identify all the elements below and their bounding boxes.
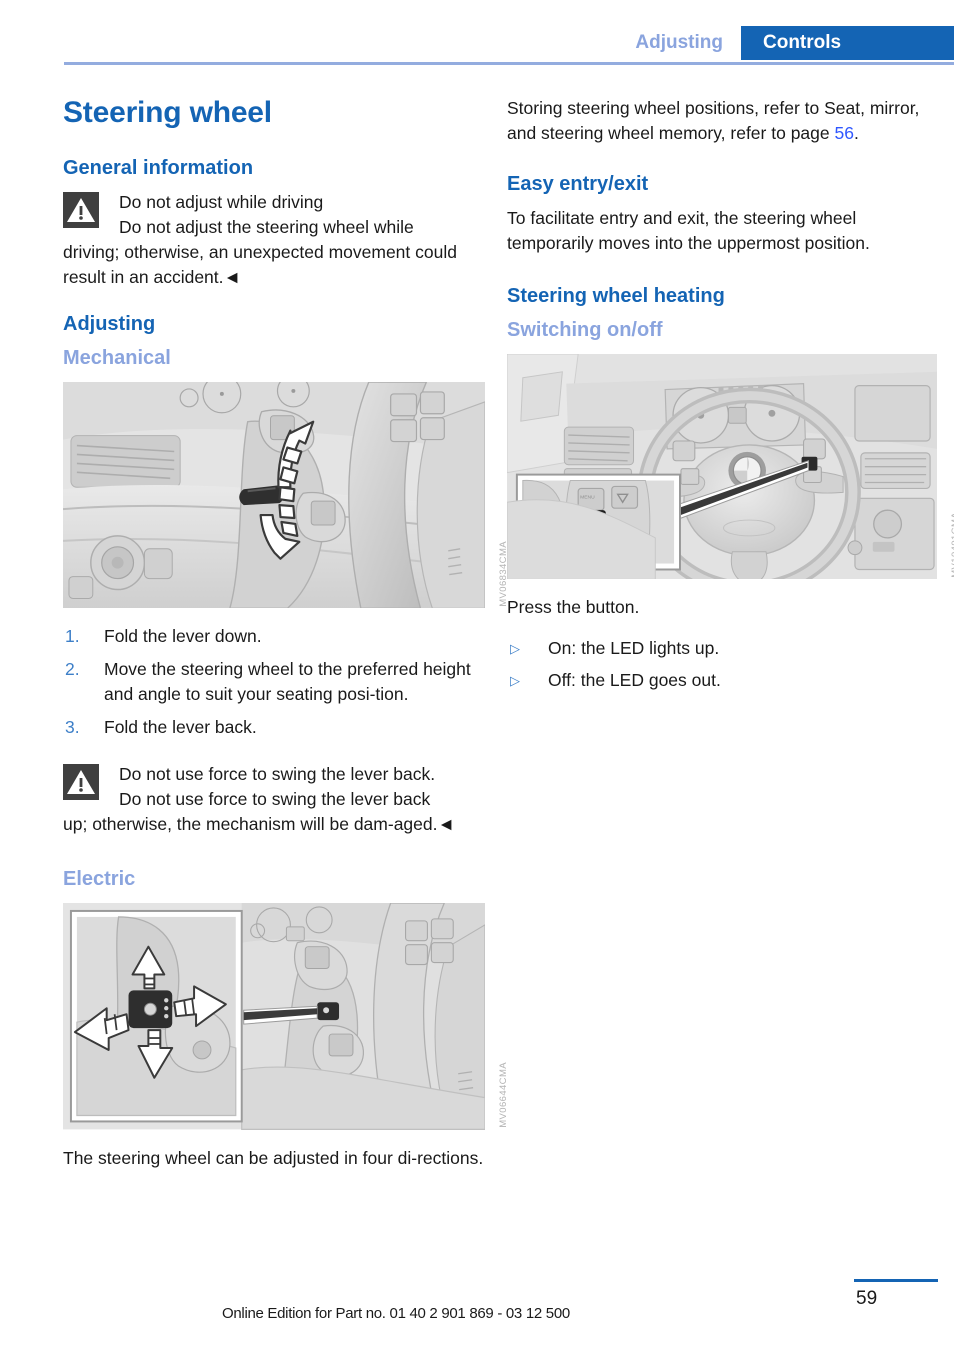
memory-reference-text-after: . — [853, 123, 859, 143]
page-header: Adjusting Controls — [0, 0, 954, 78]
page-title: Steering wheel — [63, 96, 272, 129]
warning-body-rest: up; otherwise, the mechanism will be dam… — [63, 814, 455, 835]
svg-text:MENU: MENU — [580, 494, 595, 500]
triangle-bullet-icon: ▷ — [510, 641, 520, 657]
breadcrumb-item-controls[interactable]: Controls — [741, 26, 954, 60]
figure-steering-wheel-heating: MENU MV10491CMA — [507, 354, 954, 580]
figure-mechanical-illustration — [63, 382, 485, 609]
warning-block-lever-force: Do not use force to swing the lever back… — [63, 762, 485, 837]
list-item: 1. Fold the lever down. — [63, 624, 485, 649]
figure-code: MV06644CMA — [498, 1061, 509, 1128]
breadcrumb-item-adjusting[interactable]: Adjusting — [625, 26, 741, 60]
right-column: Storing steering wheel positions, refer … — [507, 96, 954, 700]
footer-divider — [854, 1279, 938, 1282]
footer-edition-note: Online Edition for Part no. 01 40 2 901 … — [222, 1305, 570, 1322]
figure-electric-adjustment: MV06644CMA — [63, 903, 509, 1130]
step-number: 3. — [65, 717, 80, 738]
warning-body-first-line: Do not adjust the steering wheel while — [119, 217, 414, 237]
warning-title: Do not adjust while driving — [119, 192, 324, 212]
warning-block-adjust-while-driving: Do not adjust while driving Do not adjus… — [63, 190, 485, 290]
memory-reference-paragraph: Storing steering wheel positions, refer … — [507, 96, 937, 146]
list-item: 2. Move the steering wheel to the prefer… — [63, 657, 485, 707]
led-state-list: ▷ On: the LED lights up. ▷ Off: the LED … — [507, 636, 937, 693]
section-heading-steering-wheel-heating: Steering wheel heating — [507, 285, 725, 307]
step-text: Move the steering wheel to the preferred… — [104, 659, 471, 705]
step-number: 1. — [65, 626, 80, 647]
warning-body-first-line: Do not use force to swing the lever back — [119, 789, 431, 810]
section-heading-easy-entry-exit: Easy entry/exit — [507, 173, 649, 195]
list-item-label: On: the LED lights up. — [548, 638, 720, 659]
figure-electric-illustration — [63, 903, 485, 1130]
warning-triangle-icon — [63, 764, 99, 801]
step-text: Fold the lever back. — [104, 717, 257, 738]
electric-figure-caption: The steering wheel can be adjusted in fo… — [63, 1147, 484, 1168]
warning-body-rest: driving; otherwise, an unexpected moveme… — [63, 242, 457, 287]
list-item: ▷ On: the LED lights up. — [507, 636, 937, 661]
subsection-heading-electric: Electric — [63, 868, 136, 891]
list-item: 3. Fold the lever back. — [63, 715, 485, 740]
figure-mechanical-adjustment: MV06834CMA — [63, 382, 509, 609]
triangle-bullet-icon: ▷ — [510, 673, 520, 689]
figure-code: MV10491CMA — [950, 511, 954, 578]
section-heading-general-information: General information — [63, 157, 254, 179]
section-heading-adjusting: Adjusting — [63, 313, 156, 335]
subsection-heading-switching-on-off: Switching on/off — [507, 319, 663, 341]
list-item: ▷ Off: the LED goes out. — [507, 668, 937, 693]
figure-steering-wheel-heating-illustration: MENU — [507, 354, 937, 580]
warning-triangle-icon — [63, 192, 99, 228]
easy-entry-exit-body: To facilitate entry and exit, the steeri… — [507, 208, 870, 253]
warning-title: Do not use force to swing the lever back… — [119, 764, 436, 785]
page-reference-link[interactable]: 56 — [834, 123, 853, 143]
press-button-instruction: Press the button. — [507, 597, 640, 618]
breadcrumb: Adjusting Controls — [625, 26, 954, 60]
header-divider — [64, 62, 954, 65]
list-item-label: Off: the LED goes out. — [548, 670, 721, 691]
step-text: Fold the lever down. — [104, 626, 262, 647]
mechanical-steps-list: 1. Fold the lever down. 2. Move the stee… — [63, 624, 485, 740]
page-number: 59 — [856, 1288, 878, 1309]
step-number: 2. — [65, 659, 80, 680]
subsection-heading-mechanical: Mechanical — [63, 347, 171, 369]
page-footer: Online Edition for Part no. 01 40 2 901 … — [0, 1274, 954, 1354]
left-column: Steering wheel General information Do no… — [63, 96, 509, 1189]
